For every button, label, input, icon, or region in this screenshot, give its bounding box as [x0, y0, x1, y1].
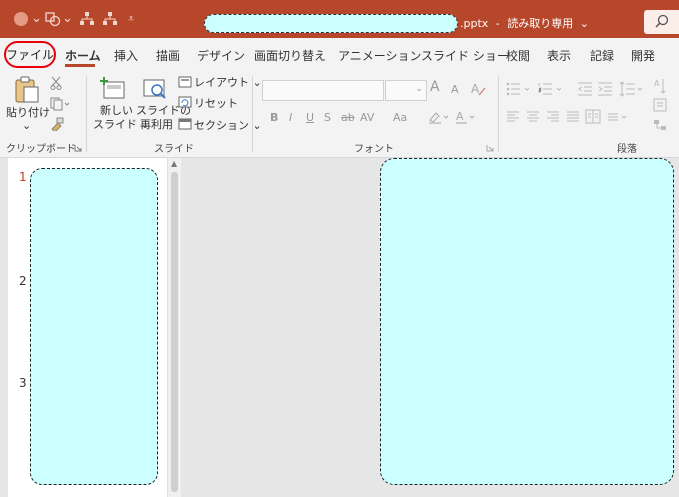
paste-icon[interactable] [14, 76, 40, 107]
line-spacing-icon[interactable] [619, 81, 647, 100]
text-direction-icon[interactable]: A [653, 77, 667, 98]
tab-review[interactable]: 校閲 [506, 47, 530, 64]
thumbnail-redaction [30, 168, 158, 485]
distributed-align-icon[interactable] [607, 110, 631, 127]
shapes-icon[interactable] [45, 11, 61, 27]
tab-design[interactable]: デザイン [197, 47, 245, 64]
filename-suffix: .pptx [460, 17, 489, 30]
strikethrough-button[interactable]: ab [341, 111, 355, 124]
convert-smartart-icon[interactable] [653, 119, 667, 134]
slide-thumbnail-pane[interactable]: 1 2 3 [8, 158, 171, 497]
clear-format-icon[interactable]: A [470, 81, 486, 100]
numbering-icon[interactable] [538, 81, 566, 100]
thumbnail-scrollbar[interactable]: ▲ [167, 158, 181, 497]
chevron-down-icon[interactable]: ⌄ [62, 11, 73, 27]
layout-icon[interactable] [178, 76, 192, 91]
character-spacing-button[interactable]: AV [360, 111, 374, 124]
columns-icon[interactable] [585, 109, 601, 128]
reset-icon[interactable] [178, 96, 192, 111]
active-tab-indicator [65, 64, 95, 67]
align-right-icon[interactable] [546, 110, 560, 127]
section-icon[interactable] [178, 118, 192, 133]
paragraph-group-label: 段落 [617, 144, 637, 155]
new-slide-label[interactable]: 新しい [100, 104, 133, 117]
svg-text:A: A [456, 110, 464, 123]
scrollbar-thumb[interactable] [171, 172, 178, 492]
copy-icon[interactable] [50, 97, 70, 114]
justify-icon[interactable] [566, 110, 580, 127]
chevron-down-icon[interactable]: ⌄ [31, 11, 42, 27]
font-color-icon[interactable]: A [455, 109, 479, 128]
reuse-slides-button[interactable]: 再利用 [140, 118, 173, 131]
shrink-font-button[interactable]: A [451, 83, 459, 96]
new-slide-icon[interactable] [100, 76, 126, 103]
slide-number: 2 [19, 274, 27, 288]
dialog-launcher-icon[interactable] [74, 141, 82, 155]
align-center-icon[interactable] [526, 110, 540, 127]
group-divider [498, 76, 499, 152]
dialog-launcher-icon[interactable] [486, 141, 494, 155]
window-title: .pptx - 読み取り専用 ⌄ [460, 15, 589, 31]
tab-developer[interactable]: 開発 [631, 47, 655, 64]
title-separator: - [495, 17, 500, 30]
decrease-indent-icon[interactable] [577, 81, 593, 100]
align-text-icon[interactable] [653, 98, 667, 115]
tab-record[interactable]: 記録 [590, 47, 614, 64]
hierarchy-alt-icon[interactable] [102, 11, 118, 27]
highlight-color-icon[interactable] [428, 109, 452, 128]
font-group-label: フォント [354, 144, 394, 155]
bullets-icon[interactable] [506, 81, 534, 100]
tab-animations[interactable]: アニメーション [338, 47, 422, 64]
svg-text:A: A [471, 82, 480, 96]
readonly-mode-label[interactable]: 読み取り専用 [507, 17, 573, 30]
slide-number: 1 [19, 170, 27, 184]
svg-text:A: A [654, 79, 660, 88]
search-icon [655, 14, 669, 28]
format-painter-icon[interactable] [50, 117, 64, 134]
bold-button[interactable]: B [270, 111, 278, 124]
slide-canvas-redaction [380, 158, 674, 485]
tab-file[interactable]: ファイル [4, 41, 56, 68]
ribbon: 貼り付け ⌄ クリップボード 新しい スライド ⌄ スライドの 再利用 レイアウ… [0, 72, 679, 158]
tab-draw[interactable]: 描画 [156, 47, 180, 64]
font-name-combo[interactable] [262, 80, 384, 101]
tab-file-label: ファイル [6, 48, 55, 62]
increase-indent-icon[interactable] [597, 81, 613, 100]
chevron-down-icon[interactable]: ⌄ [22, 119, 31, 132]
title-bar: ⌄ ⌄ ⩡ .pptx - 読み取り専用 ⌄ [0, 0, 679, 38]
grow-font-button[interactable]: A [430, 80, 440, 94]
paste-button[interactable]: 貼り付け [6, 106, 50, 119]
tab-transitions[interactable]: 画面切り替え [254, 47, 326, 64]
filename-redaction [204, 14, 458, 33]
group-divider [252, 76, 253, 152]
ribbon-tabs: ホーム 挿入 描画 デザイン 画面切り替え アニメーション スライド ショー 校… [0, 38, 679, 72]
slide-number: 3 [19, 376, 27, 390]
editor-area: 1 2 3 ▲ [0, 158, 679, 497]
autosave-icon[interactable] [14, 12, 28, 26]
change-case-button[interactable]: Aa [393, 111, 407, 124]
customize-toolbar-icon[interactable]: ⩡ [128, 11, 134, 27]
italic-button[interactable]: I [289, 111, 292, 124]
clipboard-group-label: クリップボード [6, 144, 76, 155]
reuse-slides-icon[interactable] [142, 76, 168, 103]
chevron-down-icon[interactable]: ⌄ [580, 17, 589, 30]
tab-view[interactable]: 表示 [547, 47, 571, 64]
underline-button[interactable]: U [306, 111, 314, 124]
slides-group-label: スライド [154, 144, 194, 155]
chevron-down-icon: ⌄ [415, 84, 423, 94]
tab-insert[interactable]: 挿入 [114, 47, 138, 64]
shadow-button[interactable]: S [324, 111, 331, 124]
group-divider [86, 76, 87, 152]
cut-icon[interactable] [50, 76, 62, 93]
font-size-combo[interactable]: ⌄ [385, 80, 427, 101]
align-left-icon[interactable] [506, 110, 520, 127]
scroll-up-icon[interactable]: ▲ [171, 159, 177, 168]
search-button[interactable] [644, 10, 679, 34]
tab-slideshow[interactable]: スライド ショー [421, 47, 509, 64]
tab-home[interactable]: ホーム [65, 47, 101, 64]
hierarchy-icon[interactable] [79, 11, 95, 27]
reset-button[interactable]: リセット [194, 97, 238, 110]
